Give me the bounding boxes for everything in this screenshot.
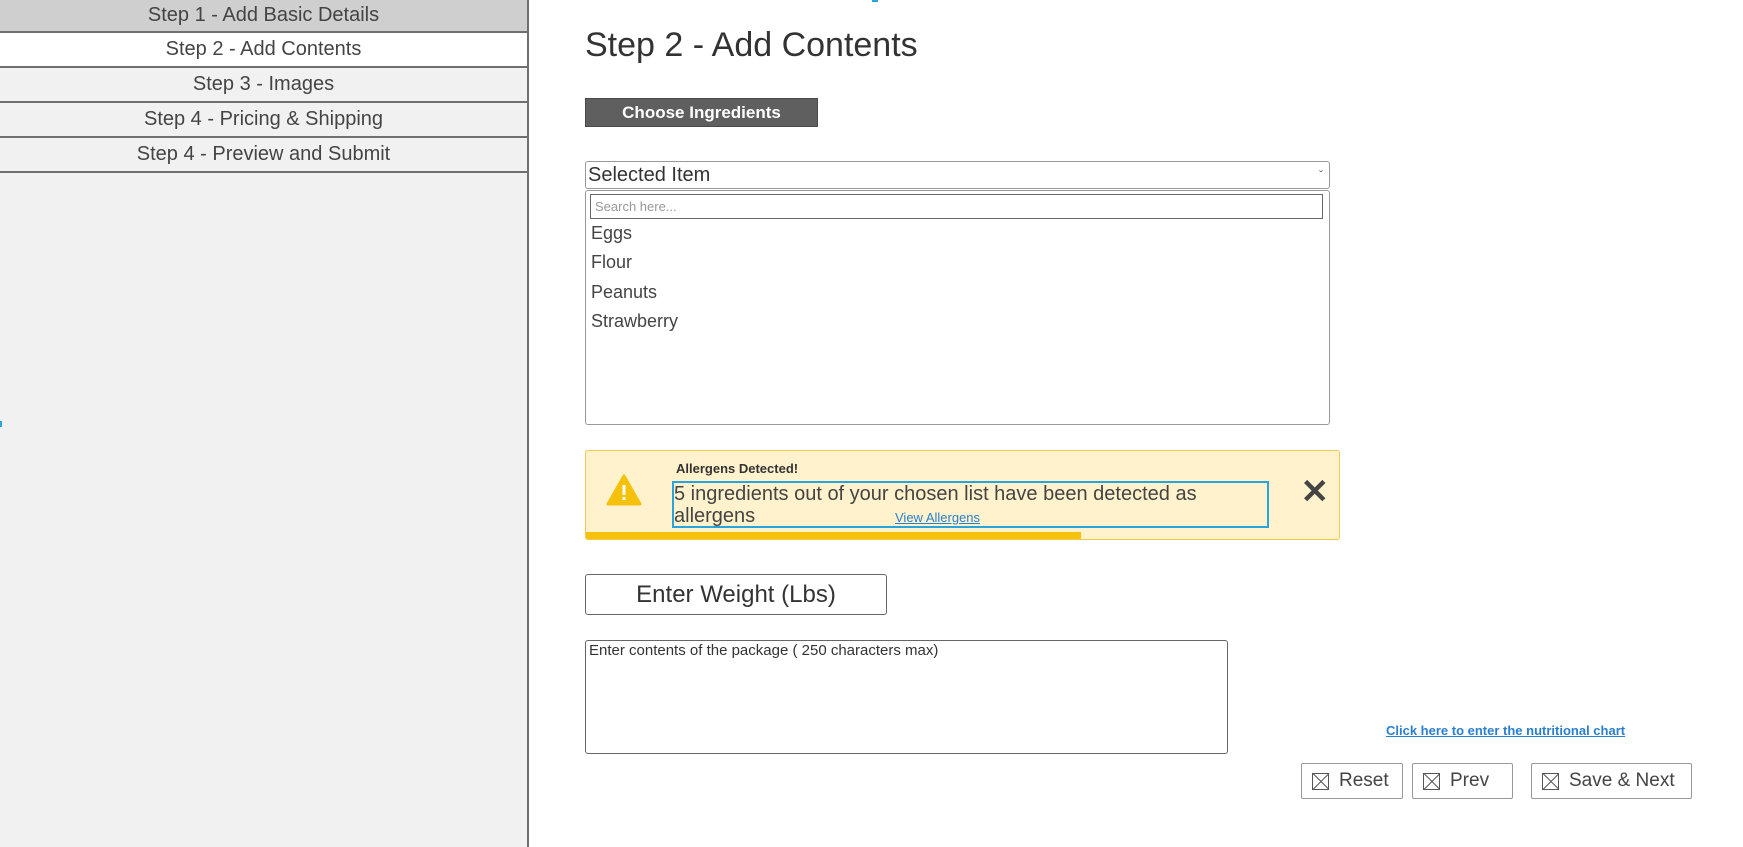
sidebar-step-2[interactable]: Step 2 - Add Contents: [0, 33, 527, 68]
save-next-label: Save & Next: [1569, 770, 1675, 791]
close-box-icon: [1542, 772, 1559, 790]
prev-button[interactable]: Prev: [1412, 763, 1513, 799]
close-box-icon: [1423, 772, 1440, 790]
close-icon[interactable]: ✕: [1301, 475, 1330, 509]
search-input[interactable]: Search here...: [590, 194, 1323, 219]
alert-message: 5 ingredients out of your chosen list ha…: [672, 481, 1269, 528]
save-next-button[interactable]: Save & Next: [1531, 763, 1692, 799]
list-item[interactable]: Flour: [591, 252, 632, 273]
alert-progress-bar: [586, 532, 1081, 539]
list-item[interactable]: Peanuts: [591, 282, 657, 303]
package-contents-textarea[interactable]: Enter contents of the package ( 250 char…: [585, 640, 1228, 754]
close-box-icon: [1312, 772, 1329, 790]
selected-value: Selected Item: [588, 164, 711, 186]
alert-heading: Allergens Detected!: [676, 461, 799, 476]
weight-input[interactable]: Enter Weight (Lbs): [585, 574, 887, 615]
chevron-down-icon[interactable]: ˇ: [1319, 162, 1323, 188]
ingredient-dropdown-list: Search here... Eggs Flour Peanuts Strawb…: [585, 190, 1330, 425]
sidebar-step-1[interactable]: Step 1 - Add Basic Details: [0, 0, 527, 33]
warning-icon: [606, 474, 642, 506]
reset-label: Reset: [1339, 770, 1389, 791]
view-allergens-link[interactable]: View Allergens: [895, 507, 980, 529]
ingredient-select[interactable]: Selected Item ˇ: [585, 161, 1330, 189]
choose-ingredients-button[interactable]: Choose Ingredients: [585, 98, 818, 127]
reset-button[interactable]: Reset: [1301, 763, 1403, 799]
prev-label: Prev: [1450, 770, 1490, 791]
selection-marker: [872, 0, 878, 2]
page-title: Step 2 - Add Contents: [585, 26, 918, 64]
wizard-sidebar: Step 1 - Add Basic Details Step 2 - Add …: [0, 0, 529, 847]
list-item[interactable]: Eggs: [591, 223, 632, 244]
sidebar-step-4[interactable]: Step 4 - Pricing & Shipping: [0, 103, 527, 138]
list-item[interactable]: Strawberry: [591, 311, 678, 332]
nutritional-chart-link[interactable]: Click here to enter the nutritional char…: [1386, 723, 1625, 738]
sidebar-step-3[interactable]: Step 3 - Images: [0, 68, 527, 103]
sidebar-step-5[interactable]: Step 4 - Preview and Submit: [0, 138, 527, 173]
allergen-alert: Allergens Detected! 5 ingredients out of…: [585, 450, 1340, 540]
selection-marker: [0, 421, 2, 427]
